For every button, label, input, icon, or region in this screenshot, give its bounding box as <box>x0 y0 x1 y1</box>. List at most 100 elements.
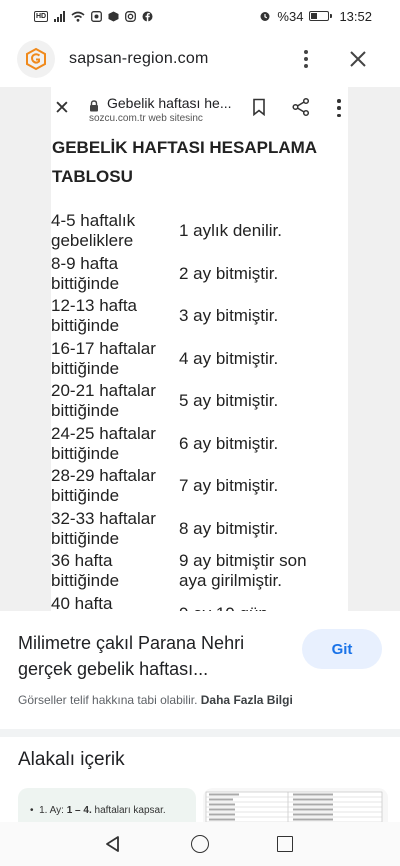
bullet: • <box>30 805 34 816</box>
table-cell-months: 7 ay bitmiştir. <box>179 476 348 496</box>
months-line1: 9 ay bitmiştir son <box>179 551 307 570</box>
status-bar: HD %34 13:52 <box>0 0 400 32</box>
table-cell-months: 8 ay bitmiştir. <box>179 519 348 539</box>
doc-title: Gebelik haftası he... <box>107 95 232 111</box>
table-cell-months: 2 ay bitmiştir. <box>179 264 348 284</box>
weeks-line2: gebeliklere <box>51 231 134 250</box>
thumb1-suffix: haftaları kapsar. <box>91 805 166 816</box>
table-row: 16-17 haftalar bittiğinde 4 ay bitmiştir. <box>51 339 348 382</box>
weeks-line2: bittiğinde <box>51 443 120 463</box>
image-preview[interactable]: ✕ Gebelik haftası he... sozcu.com.tr web… <box>0 87 400 611</box>
months-line2: aya girilmiştir. <box>179 571 282 590</box>
home-icon[interactable] <box>191 835 209 853</box>
share-icon <box>292 97 310 117</box>
signal-icon <box>54 10 66 22</box>
copyright-notice: Görseller telif hakkına tabi olabilir. D… <box>18 693 293 707</box>
system-navigation-bar <box>0 822 400 866</box>
months-line1: 1 aylık denilir. <box>179 221 282 240</box>
battery-icon <box>309 11 333 21</box>
weeks-line1: 36 hafta <box>51 551 113 570</box>
weeks-line1: 12-13 hafta <box>51 296 138 315</box>
recent-apps-icon[interactable] <box>277 836 293 852</box>
doc-heading-line1: GEBELİK HAFTASI HESAPLAMA <box>52 138 318 157</box>
wifi-icon <box>71 11 85 22</box>
doc-more-icon <box>336 99 342 117</box>
visit-button[interactable]: Git <box>302 629 382 669</box>
weeks-line1: 40 hafta <box>51 593 113 612</box>
lens-header: sapsan-region.com <box>0 36 400 82</box>
weeks-line1: 28-29 haftalar <box>51 466 156 485</box>
doc-heading: GEBELİK HAFTASI HESAPLAMA TABLOSU <box>52 133 342 191</box>
document-browser-bar: ✕ Gebelik haftası he... sozcu.com.tr web… <box>51 87 348 131</box>
hd-badge: HD <box>34 10 49 22</box>
table-row: 12-13 hafta bittiğinde 3 ay bitmiştir. <box>51 296 348 339</box>
weeks-line2: bittiğinde <box>51 486 120 505</box>
table-row: 40 hafta 9 ay 10 gün <box>51 594 348 612</box>
alarm-icon <box>260 12 270 21</box>
table-cell-weeks: 20-21 haftalar bittiğinde <box>51 381 176 421</box>
copyright-text: Görseller telif hakkına tabi olabilir. <box>18 693 198 707</box>
table-cell-weeks: 16-17 haftalar bittiğinde <box>51 339 176 379</box>
table-cell-months: 6 ay bitmiştir. <box>179 434 348 454</box>
weeks-line1: 8-9 hafta <box>51 253 119 273</box>
table-cell-months: 1 aylık denilir. <box>179 221 348 241</box>
months-line1: 9 ay 10 gün <box>179 604 348 612</box>
weeks-line1: 4-5 haftalık <box>51 211 136 230</box>
lock-icon <box>90 100 98 112</box>
months-line1: 4 ay bitmiştir. <box>179 348 279 368</box>
table-row: 32-33 haftalar bittiğinde 8 ay bitmiştir. <box>51 509 348 552</box>
table-cell-months: 4 ay bitmiştir. <box>179 349 348 369</box>
weeks-line1: 32-33 haftalar <box>51 508 156 528</box>
bookmark-icon <box>253 98 265 116</box>
table-cell-months: 9 ay bitmiştir son aya girilmiştir. <box>179 551 348 591</box>
table-cell-weeks: 32-33 haftalar bittiğinde <box>51 509 176 549</box>
weeks-line2: bittiğinde <box>51 571 120 590</box>
site-name[interactable]: sapsan-region.com <box>69 50 208 68</box>
table-cell-weeks: 4-5 haftalık gebeliklere <box>51 211 176 251</box>
weeks-line1: 20-21 haftalar <box>51 381 156 400</box>
doc-heading-line2: TABLOSU <box>52 167 133 186</box>
months-line1: 7 ay bitmiştir. <box>179 476 279 495</box>
table-row: 28-29 haftalar bittiğinde 7 ay bitmiştir. <box>51 466 348 509</box>
battery-percent: %34 <box>277 8 304 24</box>
months-line1: 2 ay bitmiştir. <box>179 263 279 283</box>
weeks-line2: bittiğinde <box>51 273 120 293</box>
thumb1-bold: 1 – 4. <box>66 805 92 816</box>
close-icon[interactable] <box>346 47 370 71</box>
table-cell-months: 3 ay bitmiştir. <box>179 306 348 326</box>
instagram-icon <box>125 10 137 22</box>
clock: 13:52 <box>339 8 372 24</box>
table-row: 20-21 haftalar bittiğinde 5 ay bitmiştir. <box>51 381 348 424</box>
weeks-line2: bittiğinde <box>51 358 120 378</box>
status-right: %34 13:52 <box>259 9 372 24</box>
result-title-line1: Milimetre çakıl Parana Nehri <box>18 633 245 653</box>
facebook-icon <box>142 11 153 21</box>
table-row: 4-5 haftalık gebeliklere 1 aylık denilir. <box>51 211 348 254</box>
status-left: HD <box>34 10 153 22</box>
table-row: 24-25 haftalar bittiğinde 6 ay bitmiştir. <box>51 424 348 467</box>
table-row: 8-9 hafta bittiğinde 2 ay bitmiştir. <box>51 254 348 297</box>
doc-url: sozcu.com.tr web sitesinc <box>89 113 203 124</box>
site-logo[interactable] <box>17 40 55 78</box>
sapsan-logo-icon <box>26 47 46 71</box>
thumb1-prefix: 1. Ay: <box>39 805 67 816</box>
table-cell-weeks: 24-25 haftalar bittiğinde <box>51 424 176 464</box>
months-line1: 6 ay bitmiştir. <box>179 433 279 453</box>
months-line1: 8 ay bitmiştir. <box>179 518 279 538</box>
more-vert-icon[interactable] <box>294 46 318 72</box>
weeks-line2: bittiğinde <box>51 401 120 420</box>
section-divider <box>0 729 400 737</box>
more-info-link[interactable]: Daha Fazla Bilgi <box>201 693 293 707</box>
months-line1: 3 ay bitmiştir. <box>179 306 279 325</box>
back-icon[interactable] <box>104 835 122 853</box>
result-title-line2: gerçek gebelik haftası... <box>18 659 209 679</box>
weeks-line1: 24-25 haftalar <box>51 423 156 443</box>
app-icon <box>108 11 119 21</box>
weeks-line2: bittiğinde <box>51 316 120 335</box>
weeks-line2: bittiğinde <box>51 528 120 548</box>
table-cell-weeks: 12-13 hafta bittiğinde <box>51 296 176 336</box>
table-cell-months: 5 ay bitmiştir. <box>179 391 348 411</box>
table-cell-weeks: 36 hafta bittiğinde <box>51 551 176 591</box>
pregnancy-table: 4-5 haftalık gebeliklere 1 aylık denilir. 8… <box>51 211 348 611</box>
result-title[interactable]: Milimetre çakıl Parana Nehri gerçek gebe… <box>18 630 288 682</box>
